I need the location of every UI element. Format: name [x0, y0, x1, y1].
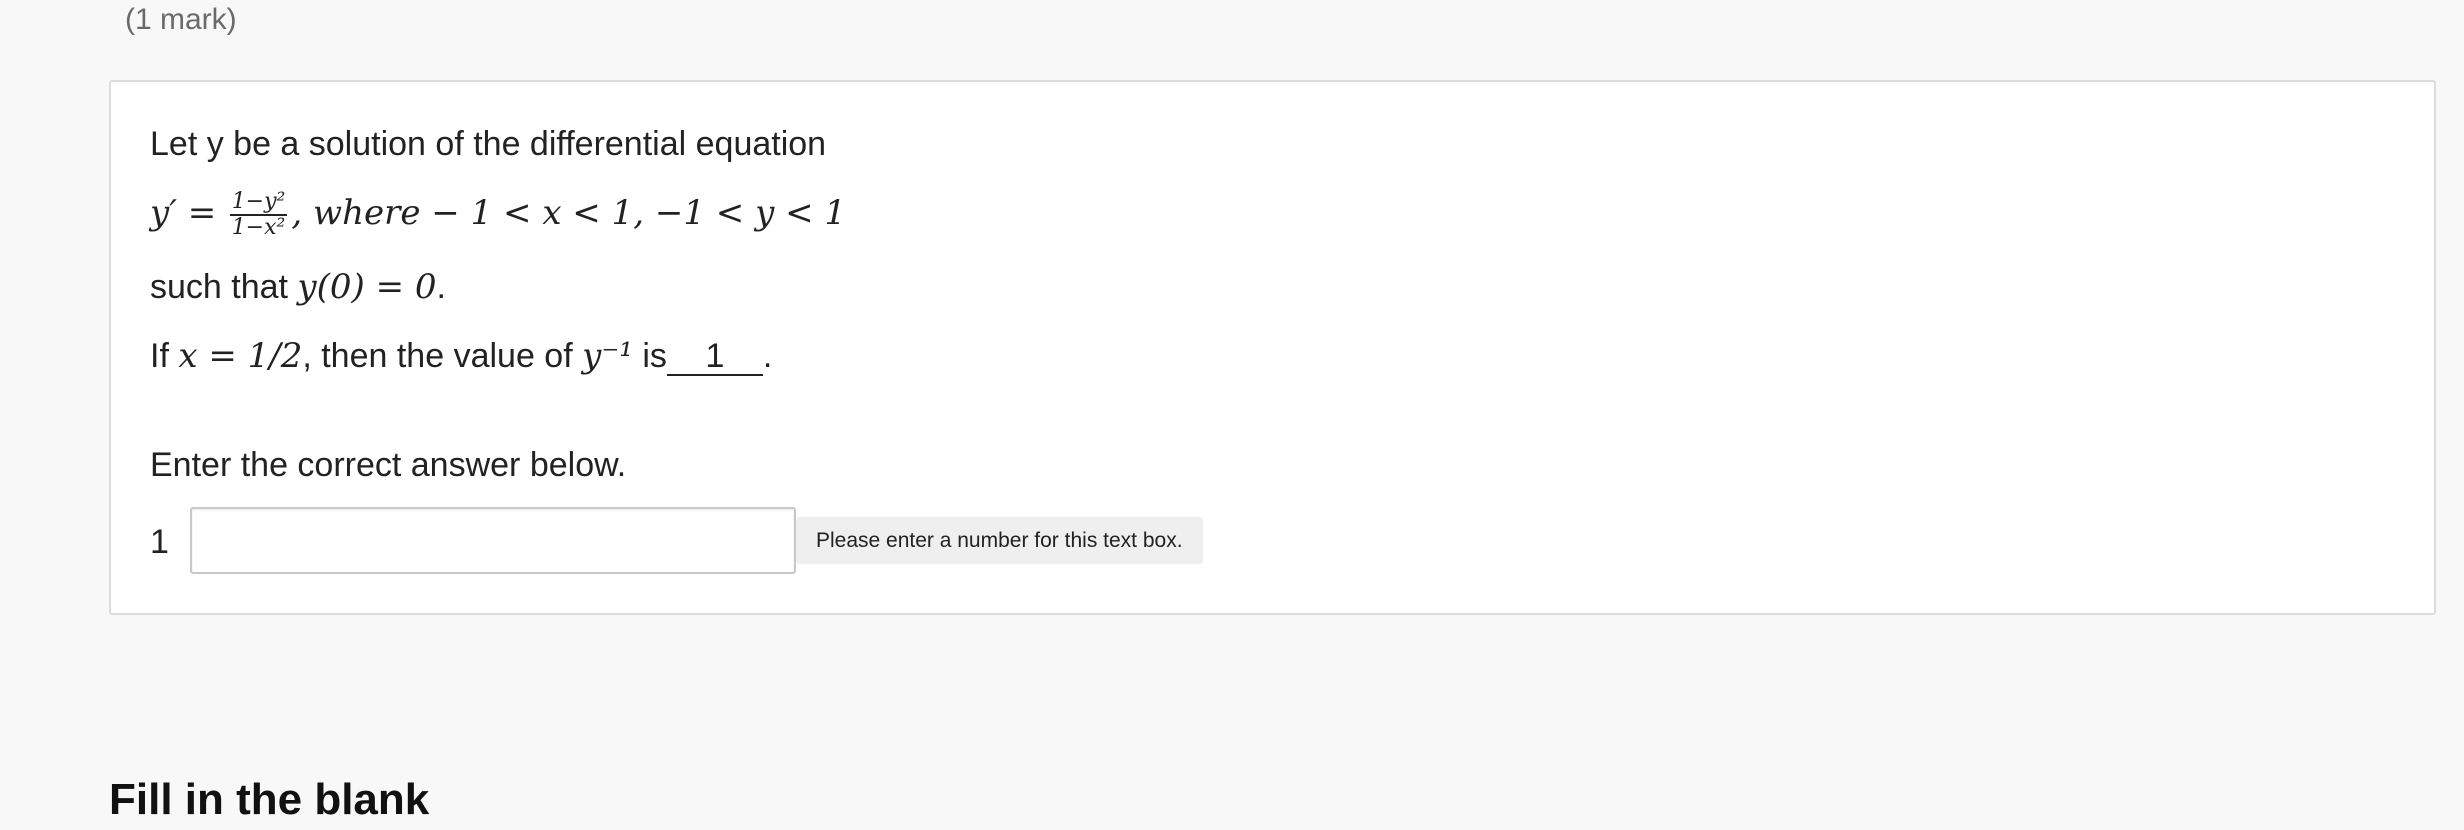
input-hint: Please enter a number for this text box.	[796, 517, 1203, 564]
ask-is: is	[632, 337, 667, 375]
ask-math: x = 1/2	[178, 336, 303, 376]
ask-end: .	[762, 337, 773, 375]
condition-prefix: such that	[150, 268, 298, 306]
ask-middle: , then the value of	[302, 337, 583, 375]
answer-input[interactable]	[190, 507, 796, 574]
equation-lhs: y′ =	[150, 192, 217, 233]
equation: y′ = 1−y² 1−x² , where − 1 < x < 1, −1 <…	[150, 190, 846, 240]
condition-suffix: .	[436, 268, 446, 306]
equation-rest: , where − 1 < x < 1, −1 < y < 1	[291, 192, 847, 233]
answer-instruction: Enter the correct answer below.	[150, 446, 627, 484]
ask-prefix: If	[150, 337, 179, 375]
answer-index: 1	[150, 523, 169, 561]
question-intro: Let y be a solution of the differential …	[150, 125, 827, 163]
fraction-numerator: 1−y²	[229, 189, 288, 216]
equation-fraction: 1−y² 1−x²	[229, 189, 288, 240]
ask-math-inverse: y⁻¹	[582, 336, 633, 376]
answer-blank: 1	[666, 338, 763, 376]
fraction-denominator: 1−x²	[231, 215, 286, 240]
next-section-heading: Fill in the blank	[109, 775, 430, 824]
condition-math: y(0) = 0	[297, 267, 437, 307]
question-ask: If x = 1/2, then the value of y⁻¹ is 1.	[150, 334, 772, 378]
initial-condition: such that y(0) = 0.	[150, 265, 446, 309]
question-marks: (1 mark)	[125, 3, 237, 36]
